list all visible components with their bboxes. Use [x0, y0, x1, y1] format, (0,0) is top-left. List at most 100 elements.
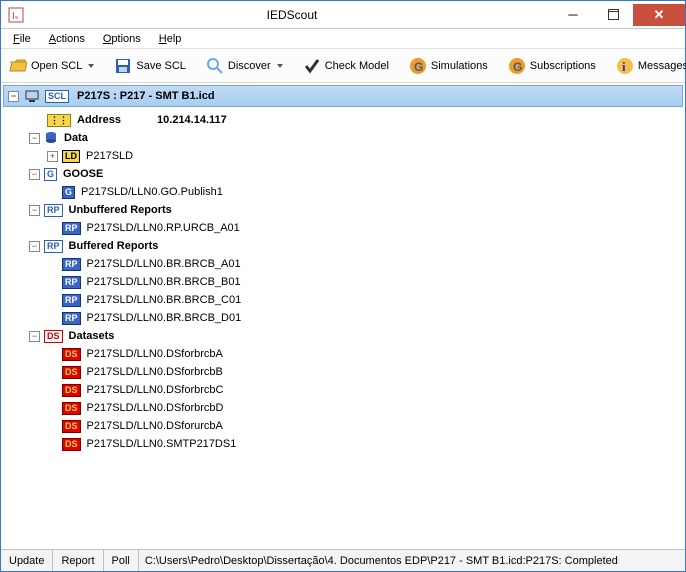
discover-button[interactable]: Discover: [202, 55, 287, 77]
simulations-button[interactable]: G Simulations: [405, 55, 492, 77]
collapse-icon[interactable]: −: [29, 169, 40, 180]
tree-item[interactable]: DS P217SLD/LLN0.DSforbrcbA: [3, 345, 683, 363]
datasets-label: Datasets: [67, 327, 117, 345]
collapse-icon[interactable]: −: [29, 205, 40, 216]
data-label: Data: [62, 129, 90, 147]
tree-panel[interactable]: − SCL P217S : P217 - SMT B1.icd ⋮⋮ Addre…: [1, 83, 685, 549]
ds-badge: DS: [62, 348, 81, 361]
buf-item: P217SLD/LLN0.BR.BRCB_B01: [85, 273, 243, 291]
g-badge: G: [62, 186, 75, 199]
tree-item[interactable]: RP P217SLD/LLN0.BR.BRCB_C01: [3, 291, 683, 309]
rp-badge: RP: [44, 240, 63, 253]
subscriptions-icon: G: [508, 57, 526, 75]
node-data-child[interactable]: + LD P217SLD: [3, 147, 683, 165]
tree-item[interactable]: RP P217SLD/LLN0.BR.BRCB_D01: [3, 309, 683, 327]
open-scl-button[interactable]: Open SCL: [5, 55, 98, 77]
cylinder-icon: [44, 131, 58, 145]
magnifier-icon: [206, 57, 224, 75]
tree-item[interactable]: DS P217SLD/LLN0.DSforurcbA: [3, 417, 683, 435]
node-address[interactable]: ⋮⋮ Address 10.214.14.117: [3, 111, 683, 129]
tree-item[interactable]: DSP217SLD/LLN0.SMTP217DS1: [3, 435, 683, 453]
save-scl-button[interactable]: Save SCL: [110, 55, 190, 77]
messages-label: Messages: [638, 60, 686, 72]
statusbar: Update Report Poll C:\Users\Pedro\Deskto…: [1, 549, 685, 571]
svg-text:i: i: [622, 59, 626, 74]
ds-badge: DS: [62, 402, 81, 415]
tree-item[interactable]: RP P217SLD/LLN0.BR.BRCB_A01: [3, 255, 683, 273]
subscriptions-label: Subscriptions: [530, 60, 596, 72]
expand-icon[interactable]: +: [47, 151, 58, 162]
rp-badge: RP: [62, 276, 81, 289]
simulations-label: Simulations: [431, 60, 488, 72]
maximize-button[interactable]: [593, 4, 633, 26]
menu-help[interactable]: Help: [151, 31, 190, 47]
simulations-icon: G: [409, 57, 427, 75]
ds-badge: DS: [44, 330, 63, 343]
chevron-down-icon: [88, 64, 94, 68]
unbuf-item: P217SLD/LLN0.RP.URCB_A01: [85, 219, 242, 237]
ds-badge: DS: [62, 384, 81, 397]
tree-item[interactable]: DSP217SLD/LLN0.DSforbrcbB: [3, 363, 683, 381]
tree-item[interactable]: RP P217SLD/LLN0.BR.BRCB_B01: [3, 273, 683, 291]
buf-item: P217SLD/LLN0.BR.BRCB_A01: [85, 255, 243, 273]
node-datasets[interactable]: − DS Datasets: [3, 327, 683, 345]
menu-options[interactable]: Options: [95, 31, 149, 47]
node-unbuf-reports[interactable]: − RP Unbuffered Reports: [3, 201, 683, 219]
close-button[interactable]: ✕: [633, 4, 685, 26]
rp-badge: RP: [62, 312, 81, 325]
collapse-icon[interactable]: −: [29, 241, 40, 252]
check-model-button[interactable]: Check Model: [299, 55, 393, 77]
node-buf-reports[interactable]: − RP Buffered Reports: [3, 237, 683, 255]
root-label: P217S : P217 - SMT B1.icd: [75, 90, 217, 102]
ds-item: P217SLD/LLN0.SMTP217DS1: [85, 435, 239, 453]
unbuf-label: Unbuffered Reports: [67, 201, 174, 219]
goose-badge: G: [44, 168, 57, 181]
rp-badge: RP: [44, 204, 63, 217]
svg-text:G: G: [414, 60, 423, 74]
tree-item[interactable]: G P217SLD/LLN0.GO.Publish1: [3, 183, 683, 201]
svg-text:G: G: [513, 60, 522, 74]
collapse-icon[interactable]: −: [29, 133, 40, 144]
node-goose[interactable]: − G GOOSE: [3, 165, 683, 183]
subscriptions-button[interactable]: G Subscriptions: [504, 55, 600, 77]
ds-badge: DS: [62, 366, 81, 379]
ds-item: P217SLD/LLN0.DSforurcbA: [85, 417, 225, 435]
window-title: IEDScout: [31, 8, 553, 22]
app-window: Iₛ IEDScout ─ ✕ File Actions Options Hel…: [0, 0, 686, 572]
status-report[interactable]: Report: [53, 550, 103, 571]
status-poll[interactable]: Poll: [104, 550, 139, 571]
chevron-down-icon: [277, 64, 283, 68]
menu-actions[interactable]: Actions: [41, 31, 93, 47]
tree-item[interactable]: DSP217SLD/LLN0.DSforbrcbD: [3, 399, 683, 417]
tree-root[interactable]: − SCL P217S : P217 - SMT B1.icd: [3, 85, 683, 107]
tree-item[interactable]: DSP217SLD/LLN0.DSforbrcbC: [3, 381, 683, 399]
ld-badge: LD: [62, 150, 80, 163]
save-scl-label: Save SCL: [136, 60, 186, 72]
address-icon: ⋮⋮: [47, 114, 71, 127]
check-icon: [303, 57, 321, 75]
titlebar: Iₛ IEDScout ─ ✕: [1, 1, 685, 29]
ld-label: P217SLD: [84, 147, 135, 165]
address-label: Address: [75, 111, 123, 129]
svg-text:Iₛ: Iₛ: [12, 11, 19, 22]
rp-badge: RP: [62, 258, 81, 271]
address-value: 10.214.14.117: [155, 111, 229, 129]
buf-item: P217SLD/LLN0.BR.BRCB_D01: [85, 309, 244, 327]
minimize-button[interactable]: ─: [553, 4, 593, 26]
folder-open-icon: [9, 57, 27, 75]
messages-button[interactable]: i Messages: [612, 55, 686, 77]
status-update[interactable]: Update: [1, 550, 53, 571]
goose-item: P217SLD/LLN0.GO.Publish1: [79, 183, 225, 201]
ds-badge: DS: [62, 420, 81, 433]
node-data[interactable]: − Data: [3, 129, 683, 147]
buf-label: Buffered Reports: [67, 237, 161, 255]
tree-item[interactable]: RP P217SLD/LLN0.RP.URCB_A01: [3, 219, 683, 237]
menu-file[interactable]: File: [5, 31, 39, 47]
status-path: C:\Users\Pedro\Desktop\Dissertação\4. Do…: [139, 550, 685, 571]
collapse-icon[interactable]: −: [29, 331, 40, 342]
collapse-icon[interactable]: −: [8, 91, 19, 102]
ds-item: P217SLD/LLN0.DSforbrcbA: [85, 345, 225, 363]
rp-badge: RP: [62, 294, 81, 307]
buf-item: P217SLD/LLN0.BR.BRCB_C01: [85, 291, 244, 309]
discover-label: Discover: [228, 60, 271, 72]
